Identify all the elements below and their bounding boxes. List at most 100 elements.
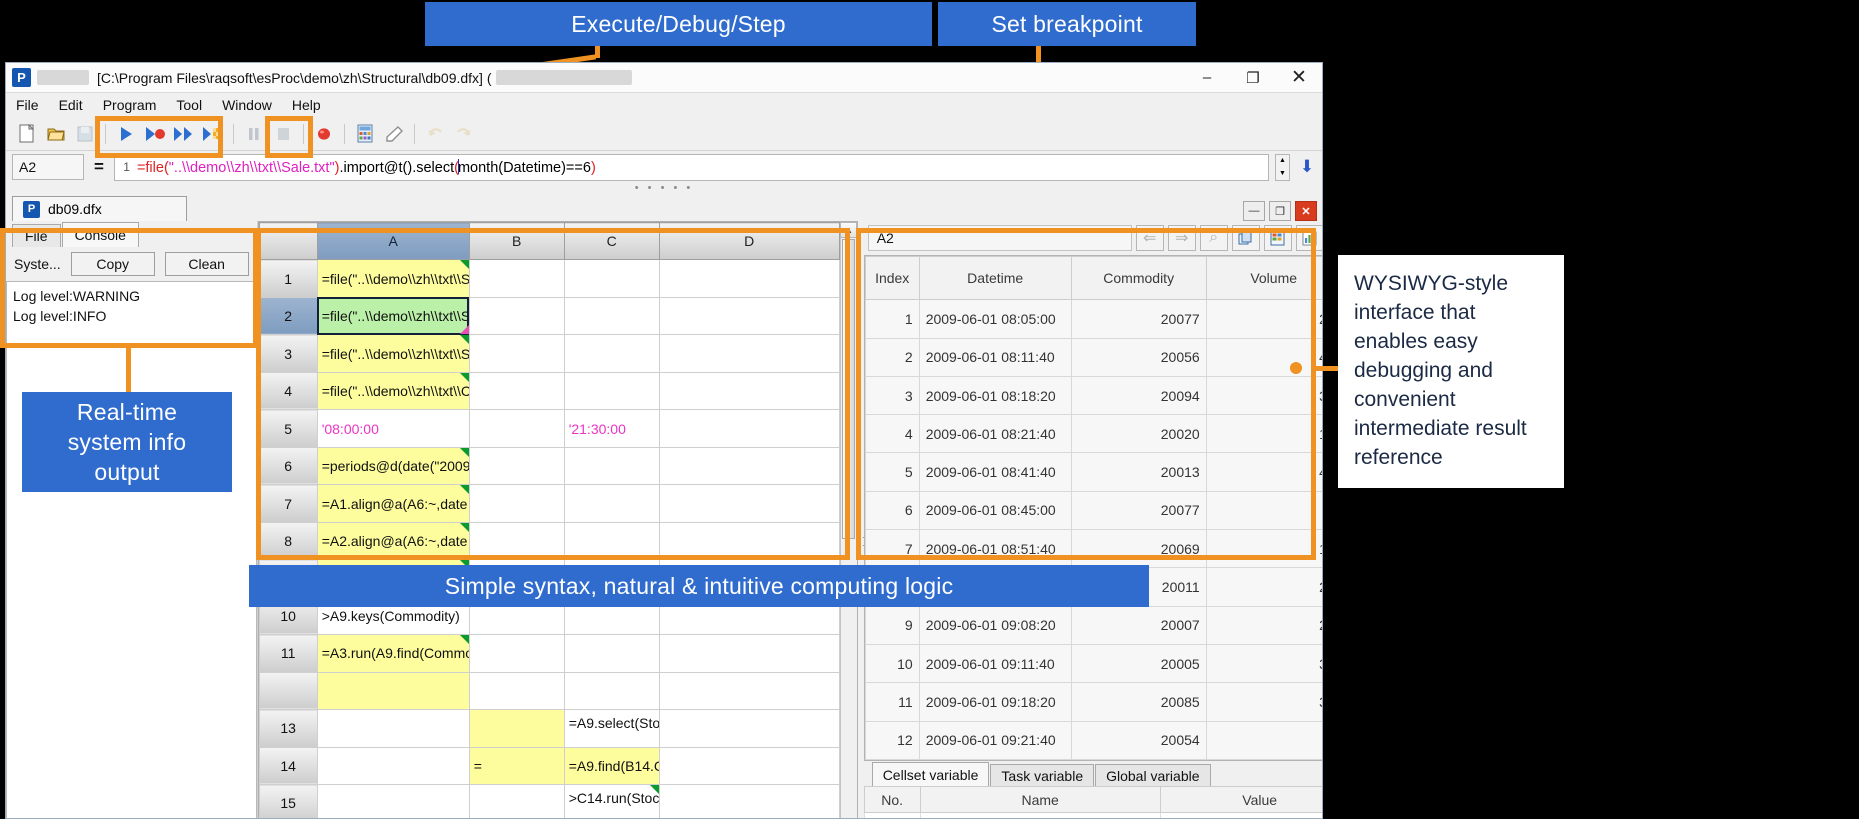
annotation-box-result xyxy=(856,228,1316,560)
cell-index: 12 xyxy=(864,720,920,760)
row-header-13[interactable]: 13 xyxy=(258,709,318,748)
cell-c15[interactable]: >C14.run(Stock=Stock-B14.Volume) xyxy=(563,784,660,818)
open-file-icon[interactable] xyxy=(43,121,69,147)
annotation-box-cellset xyxy=(256,228,850,560)
erase-icon[interactable] xyxy=(381,121,407,147)
annotation-anchor-result xyxy=(1290,362,1302,374)
doc-minimize-button[interactable]: — xyxy=(1243,201,1265,221)
cell-a13[interactable] xyxy=(316,709,470,748)
spinner-up-icon[interactable]: ▲ xyxy=(1276,155,1289,168)
variable-col-no[interactable]: No. xyxy=(863,786,921,813)
toolbar-separator-2 xyxy=(233,123,234,144)
cell-a11[interactable]: =A3.run(A9.find(Commo dity).Stock=Stock) xyxy=(316,634,470,673)
menu-edit[interactable]: Edit xyxy=(59,97,83,113)
cell-a11-text: =A3.run(A9.find(Commo xyxy=(321,645,470,662)
menu-file[interactable]: File xyxy=(16,97,39,113)
cell-a14[interactable] xyxy=(316,746,470,786)
callout-execute-debug: Execute/Debug/Step xyxy=(425,2,932,46)
menu-help[interactable]: Help xyxy=(292,97,321,113)
cell-commodity: 20007 xyxy=(1070,605,1207,645)
table-row[interactable]: 92009-06-01 09:08:202000722 xyxy=(864,605,1322,645)
row-header-14[interactable]: 14 xyxy=(258,746,318,786)
cell-commodity: 20085 xyxy=(1070,682,1207,722)
variable-col-name[interactable]: Name xyxy=(919,786,1161,813)
table-row[interactable]: 122009-06-01 09:21:40200548 xyxy=(864,720,1322,760)
formula-line-number: 1 xyxy=(123,160,130,174)
menu-program[interactable]: Program xyxy=(103,97,157,113)
cell-d13[interactable] xyxy=(658,709,840,748)
table-row xyxy=(863,812,1322,818)
cell-d14[interactable] xyxy=(658,746,840,786)
redo-icon xyxy=(451,121,477,147)
cell-volume: 22 xyxy=(1205,605,1322,645)
variable-cell-name xyxy=(919,812,1161,818)
cell-note-triangle-icon xyxy=(459,635,469,645)
cell-volume: 31 xyxy=(1205,682,1322,722)
spinner-down-icon[interactable]: ▼ xyxy=(1276,167,1289,180)
callout-line-execute xyxy=(595,46,600,58)
table-row: 11 =A3.run(A9.find(Commo dity).Stock=Sto… xyxy=(258,634,840,673)
cell-commodity: 20054 xyxy=(1070,720,1207,760)
menu-tool[interactable]: Tool xyxy=(176,97,202,113)
cell-c13[interactable]: =A9.select(Stock<=0).run(OosTime=string(… xyxy=(563,709,660,748)
table-row: 13 =A9.select(Stock<=0).run(OosTime=stri… xyxy=(258,709,840,748)
menu-window[interactable]: Window xyxy=(222,97,272,113)
restore-button[interactable]: ❐ xyxy=(1230,63,1276,92)
table-row[interactable]: 112009-06-01 09:18:202008531 xyxy=(864,682,1322,722)
formula-expand-icon[interactable]: ⬇ xyxy=(1296,157,1318,177)
document-tab-db09[interactable]: P db09.dfx xyxy=(12,196,187,221)
toolbar-separator-4 xyxy=(344,123,345,144)
breakpoint-icon[interactable] xyxy=(311,121,337,147)
variable-tabs: Cellset variable Task variable Global va… xyxy=(864,761,1322,786)
cell-a12[interactable] xyxy=(316,671,470,711)
console-output[interactable]: Log level:WARNING Log level:INFO xyxy=(6,281,257,818)
tab-cellset-variable[interactable]: Cellset variable xyxy=(871,762,990,786)
tab-global-variable[interactable]: Global variable xyxy=(1095,764,1211,786)
document-tab-strip: P db09.dfx — ❐ ✕ xyxy=(6,193,1322,221)
calc-icon[interactable] xyxy=(352,121,378,147)
cell-c11[interactable] xyxy=(563,634,660,673)
formula-spinner[interactable]: ▲ ▼ xyxy=(1275,153,1290,181)
doc-restore-button[interactable]: ❐ xyxy=(1269,201,1291,221)
window-controls: – ❐ ✕ xyxy=(1184,63,1322,92)
table-row[interactable]: 102009-06-01 09:11:402000539 xyxy=(864,643,1322,684)
callout-syntax-banner: Simple syntax, natural & intuitive compu… xyxy=(249,565,1149,607)
new-file-icon[interactable] xyxy=(14,121,40,147)
blurred-product-name xyxy=(37,70,89,85)
variable-col-value[interactable]: Value xyxy=(1159,786,1322,813)
cell-a10-text: >A9.keys(Commodity) xyxy=(321,607,460,624)
cell-b13-overflow xyxy=(470,711,474,746)
cell-d11[interactable] xyxy=(658,634,840,673)
cell-c14[interactable]: =A9.find(B14.Commodity) xyxy=(563,746,660,786)
cell-b14[interactable]: = xyxy=(468,746,565,786)
cell-d12[interactable] xyxy=(658,671,840,711)
window-title: [C:\Program Files\raqsoft\esProc\demo\zh… xyxy=(97,69,492,86)
splitter-handle[interactable]: • • • • • xyxy=(6,182,1322,194)
row-header-12[interactable] xyxy=(258,671,318,711)
esproc-logo-icon: P xyxy=(12,68,31,87)
document-tab-label: db09.dfx xyxy=(48,201,102,217)
cell-a15[interactable] xyxy=(316,784,470,818)
callout-realtime-info: Real-time system info output xyxy=(22,392,232,492)
cell-datetime: 2009-06-01 09:11:40 xyxy=(918,643,1072,684)
cell-b15[interactable] xyxy=(468,784,565,818)
variable-panel: Cellset variable Task variable Global va… xyxy=(863,761,1322,818)
cell-c12[interactable] xyxy=(563,671,660,711)
row-header-11[interactable]: 11 xyxy=(258,634,318,673)
window-titlebar: P [C:\Program Files\raqsoft\esProc\demo\… xyxy=(6,63,1322,93)
variable-cell-no xyxy=(863,812,921,818)
callout-realtime-line3: output xyxy=(94,459,160,485)
close-button[interactable]: ✕ xyxy=(1276,63,1322,92)
table-row: 14 = =A9.find(B14.Commodity) xyxy=(258,746,840,786)
cell-b11[interactable] xyxy=(468,634,565,673)
row-header-15[interactable]: 15 xyxy=(258,784,318,818)
minimize-button[interactable]: – xyxy=(1184,63,1230,92)
cell-reference-box[interactable]: A2 xyxy=(12,154,84,180)
callout-realtime-line1: Real-time xyxy=(76,399,178,425)
doc-close-button[interactable]: ✕ xyxy=(1295,201,1317,221)
tab-task-variable[interactable]: Task variable xyxy=(990,764,1095,786)
cell-b12[interactable] xyxy=(468,671,565,711)
cell-index: 9 xyxy=(864,605,920,645)
cell-b13[interactable] xyxy=(468,709,565,748)
cell-d15[interactable] xyxy=(658,784,840,818)
